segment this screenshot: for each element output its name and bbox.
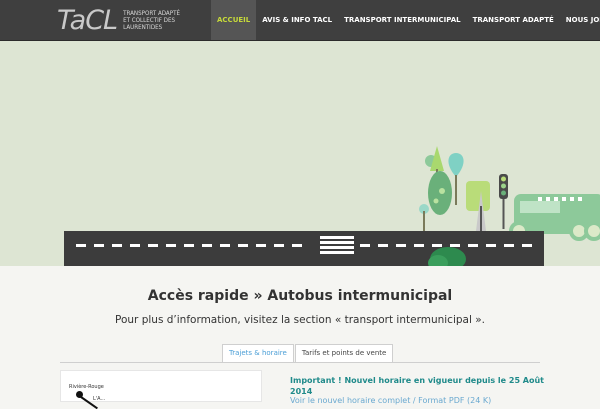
tab-bar: Trajets & horaire Tarifs et points de ve… bbox=[222, 344, 394, 363]
traffic-light-icon bbox=[499, 174, 508, 229]
road bbox=[64, 231, 544, 266]
nav-transport-intermunicipal[interactable]: TRANSPORT INTERMUNICIPAL bbox=[338, 0, 466, 40]
site-logo[interactable]: TaCL TRANSPORT ADAPTÉ ET COLLECTIF DES L… bbox=[57, 2, 187, 38]
tab-tarifs-points-vente[interactable]: Tarifs et points de vente bbox=[294, 344, 394, 363]
nav-transport-adapte[interactable]: TRANSPORT ADAPTÉ bbox=[467, 0, 560, 40]
tree-icon bbox=[419, 146, 464, 231]
nav-accueil[interactable]: ACCUEIL bbox=[211, 0, 257, 40]
tree-icon bbox=[466, 181, 490, 234]
nav-avis-info[interactable]: AVIS & INFO TACL bbox=[256, 0, 338, 40]
site-header: TaCL TRANSPORT ADAPTÉ ET COLLECTIF DES L… bbox=[0, 0, 600, 41]
logo-text: TRANSPORT ADAPTÉ ET COLLECTIF DES LAUREN… bbox=[123, 9, 181, 31]
hero-illustration bbox=[64, 146, 600, 266]
tab-divider bbox=[60, 362, 540, 363]
logo-mark: TaCL bbox=[57, 4, 118, 36]
page-heading: Accès rapide » Autobus intermunicipal bbox=[147, 288, 453, 304]
main-nav: ACCUEIL AVIS & INFO TACL TRANSPORT INTER… bbox=[211, 0, 600, 40]
schedule-pdf-link[interactable]: Voir le nouvel horaire complet / Format … bbox=[290, 396, 491, 405]
tab-trajets-horaire[interactable]: Trajets & horaire bbox=[222, 344, 294, 363]
route-map[interactable]: Rivière-Rouge L'A... bbox=[60, 370, 262, 409]
nav-nous-joindre[interactable]: NOUS JOINDRE bbox=[560, 0, 600, 40]
map-label: Rivière-Rouge bbox=[69, 384, 104, 390]
hero-banner bbox=[0, 41, 600, 266]
notice-title: Important ! Nouvel horaire en vigueur de… bbox=[290, 376, 545, 396]
map-label: L'A... bbox=[93, 396, 106, 402]
page-subheading: Pour plus d’information, visitez la sect… bbox=[115, 314, 485, 326]
